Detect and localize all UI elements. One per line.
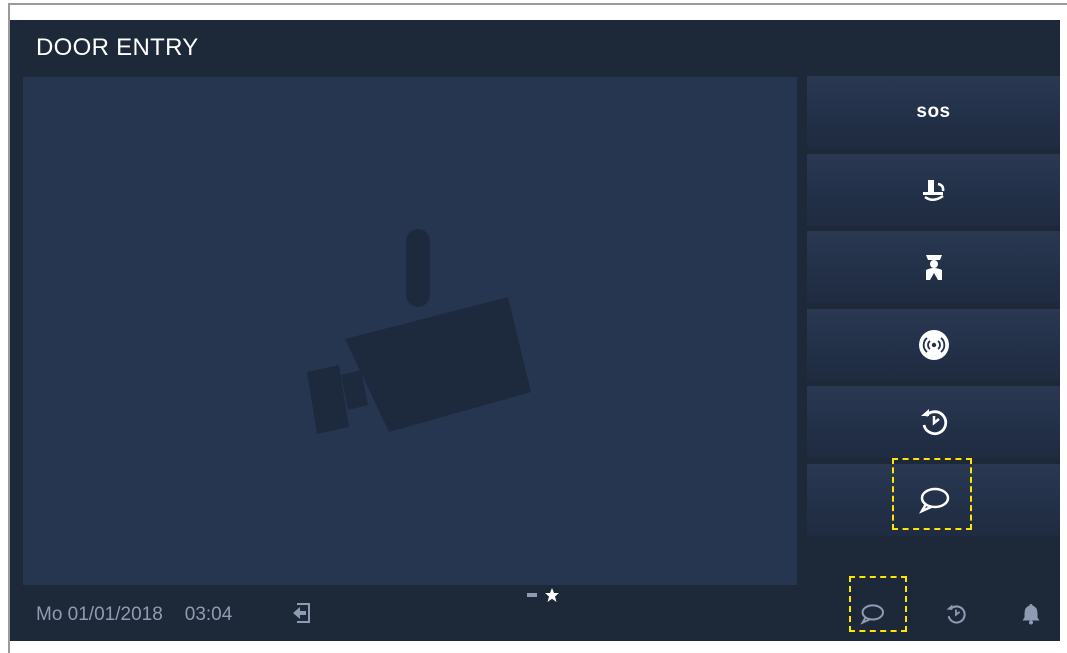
history-icon [946, 604, 966, 624]
highlight-message-button [892, 458, 972, 530]
broadcast-button[interactable] [807, 309, 1060, 381]
page-dot-1[interactable] [527, 593, 537, 597]
door-entry-screen: DOOR ENTRY sos Mo 01/01/2018 03:04 [10, 20, 1060, 641]
caretaker-button[interactable] [807, 231, 1060, 303]
frame-top-border [8, 3, 1067, 5]
bell-icon [1022, 604, 1040, 625]
bottom-history-button[interactable] [943, 601, 969, 627]
status-bar: Mo 01/01/2018 03:04 [36, 604, 232, 626]
guard-unit-button[interactable] [807, 154, 1060, 226]
page-star-2[interactable] [545, 588, 559, 602]
time-label: 03:04 [184, 604, 233, 625]
exit-icon[interactable] [291, 602, 311, 624]
page-title: DOOR ENTRY [36, 34, 199, 61]
sos-button[interactable]: sos [807, 76, 1060, 148]
sos-label: sos [916, 101, 951, 122]
broadcast-icon [918, 330, 949, 360]
date-label: Mo 01/01/2018 [36, 604, 163, 625]
bottom-bell-button[interactable] [1018, 601, 1044, 627]
caretaker-icon [925, 255, 942, 280]
camera-icon [307, 229, 531, 434]
phone-swirl-icon [922, 180, 944, 201]
history-icon [920, 409, 947, 435]
video-view[interactable] [23, 77, 797, 585]
page-indicator [527, 588, 559, 602]
history-button[interactable] [807, 386, 1060, 458]
highlight-bottom-message [849, 576, 907, 632]
